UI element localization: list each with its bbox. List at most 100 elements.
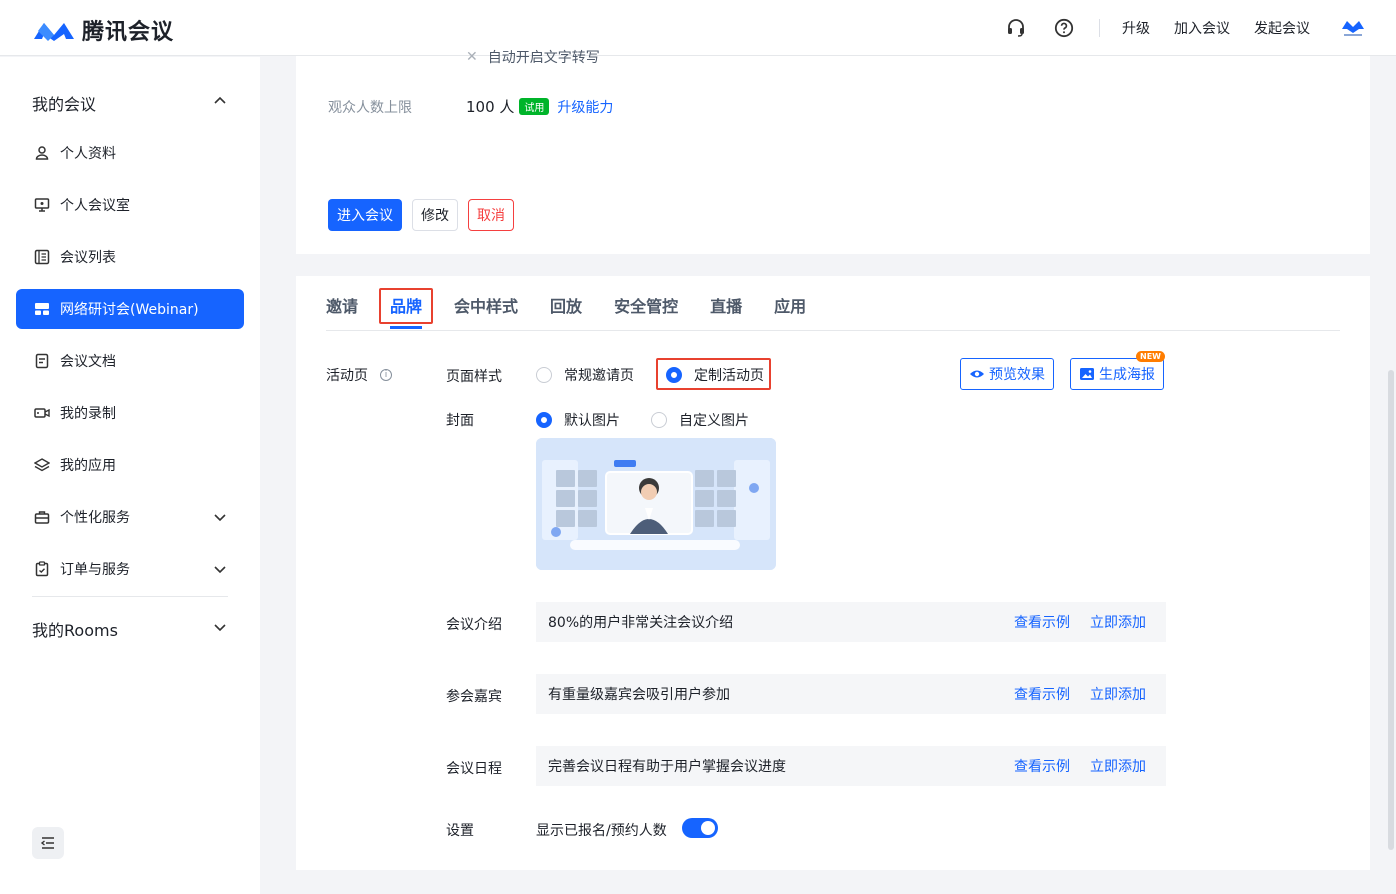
briefcase-icon <box>34 509 50 525</box>
close-icon: ✕ <box>466 49 478 65</box>
chevron-down-icon[interactable] <box>212 509 228 525</box>
sidebar-item-label: 个人资料 <box>60 146 116 162</box>
generate-poster-button[interactable]: 生成海报 NEW <box>1070 351 1165 390</box>
tab-apps[interactable]: 应用 <box>774 296 806 332</box>
avatar-logo-icon[interactable] <box>1340 15 1366 41</box>
info-icon[interactable]: i <box>380 369 392 381</box>
radio-label: 默认图片 <box>564 413 620 429</box>
highlight-box <box>379 288 433 324</box>
page-style-label: 页面样式 <box>446 369 502 385</box>
chevron-up-icon[interactable] <box>212 93 228 109</box>
active-tab-indicator <box>390 326 422 329</box>
tab-security[interactable]: 安全管控 <box>614 296 678 332</box>
tab-meeting-style[interactable]: 会中样式 <box>454 296 518 332</box>
divider <box>1099 19 1100 37</box>
join-meeting-link[interactable]: 加入会议 <box>1174 18 1230 38</box>
sidebar-item-label: 会议列表 <box>60 250 116 266</box>
guests-label: 参会嘉宾 <box>446 689 502 705</box>
add-now-link[interactable]: 立即添加 <box>1090 756 1146 776</box>
upgrade-ability-link[interactable]: 升级能力 <box>557 97 613 117</box>
cover-option-default[interactable]: 默认图片 <box>536 410 620 430</box>
help-icon[interactable] <box>1053 17 1075 39</box>
radio-label: 常规邀请页 <box>564 368 634 384</box>
radio-label: 自定义图片 <box>679 413 749 429</box>
audience-limit-label: 观众人数上限 <box>328 100 412 116</box>
sidebar-item-webinar[interactable]: 网络研讨会(Webinar) <box>16 289 244 329</box>
cancel-button[interactable]: 取消 <box>468 199 514 231</box>
sidebar-item-personalized-service[interactable]: 个性化服务 <box>16 497 244 537</box>
auto-transcription-row: ✕ 自动开启文字转写 <box>466 47 600 67</box>
cover-image <box>536 438 776 570</box>
sidebar-item-apps[interactable]: 我的应用 <box>16 445 244 485</box>
tencent-meeting-logo-icon <box>32 17 76 43</box>
page-scrollbar[interactable] <box>1388 370 1394 850</box>
sidebar-item-label: 会议文档 <box>60 354 116 370</box>
eye-icon <box>969 367 985 381</box>
audience-limit-value: 100 人 <box>466 98 515 116</box>
edit-button[interactable]: 修改 <box>412 199 458 231</box>
agenda-label: 会议日程 <box>446 761 502 777</box>
add-now-link[interactable]: 立即添加 <box>1090 684 1146 704</box>
sidebar-item-recordings[interactable]: 我的录制 <box>16 393 244 433</box>
activity-page-label: 活动页 <box>326 368 368 384</box>
sidebar-item-documents[interactable]: 会议文档 <box>16 341 244 381</box>
audience-limit-value-row: 100 人 试用 升级能力 <box>466 96 613 117</box>
view-example-link[interactable]: 查看示例 <box>1014 612 1070 632</box>
headset-icon[interactable] <box>1005 17 1027 39</box>
preview-button-label: 预览效果 <box>989 367 1045 383</box>
tab-divider <box>326 330 1340 331</box>
sidebar-group-rooms[interactable]: 我的Rooms <box>32 617 118 641</box>
collapse-sidebar-button[interactable] <box>32 827 64 859</box>
settings-card: 邀请 品牌 会中样式 回放 安全管控 直播 应用 活动页 i 页面样式 常规邀请… <box>296 276 1370 870</box>
upgrade-link[interactable]: 升级 <box>1122 18 1150 38</box>
page-style-option-regular[interactable]: 常规邀请页 <box>536 365 634 385</box>
sidebar-item-label: 个人会议室 <box>60 198 130 214</box>
start-meeting-link[interactable]: 发起会议 <box>1254 18 1310 38</box>
new-badge: NEW <box>1136 351 1165 362</box>
intro-label: 会议介绍 <box>446 617 502 633</box>
image-icon <box>1079 367 1095 381</box>
sidebar-item-profile[interactable]: 个人资料 <box>16 133 244 173</box>
view-example-link[interactable]: 查看示例 <box>1014 684 1070 704</box>
sidebar-group-my-meetings[interactable]: 我的会议 <box>32 91 96 115</box>
radio-label: 定制活动页 <box>694 368 764 384</box>
tab-invite[interactable]: 邀请 <box>326 296 358 332</box>
agenda-hint: 完善会议日程有助于用户掌握会议进度 <box>548 759 786 775</box>
preview-button[interactable]: 预览效果 <box>960 358 1054 390</box>
radio-icon <box>651 412 667 428</box>
show-registrants-label: 显示已报名/预约人数 <box>536 823 667 839</box>
generate-poster-label: 生成海报 <box>1099 367 1155 383</box>
sidebar-item-label: 网络研讨会(Webinar) <box>60 302 199 318</box>
layers-icon <box>34 457 50 473</box>
tab-live[interactable]: 直播 <box>710 296 742 332</box>
guests-row: 有重量级嘉宾会吸引用户参加 查看示例 立即添加 <box>536 674 1166 714</box>
trial-badge: 试用 <box>519 98 550 115</box>
sidebar-item-personal-room[interactable]: 个人会议室 <box>16 185 244 225</box>
activity-page-label-row: 活动页 i <box>326 365 392 385</box>
sidebar: 我的会议 个人资料 个人会议室 会议列表 网络研讨会(Webinar) 会议文档… <box>0 57 260 894</box>
auto-transcription-text: 自动开启文字转写 <box>487 50 600 66</box>
clipboard-icon <box>34 561 50 577</box>
view-example-link[interactable]: 查看示例 <box>1014 756 1070 776</box>
sidebar-item-label: 我的应用 <box>60 458 116 474</box>
sidebar-item-label: 订单与服务 <box>60 562 130 578</box>
chevron-down-icon[interactable] <box>212 619 228 635</box>
list-icon <box>34 249 50 265</box>
sidebar-item-orders[interactable]: 订单与服务 <box>16 549 244 589</box>
radio-selected-icon <box>666 367 682 383</box>
add-now-link[interactable]: 立即添加 <box>1090 612 1146 632</box>
video-icon <box>34 405 50 421</box>
meeting-info-card: ✕ 自动开启文字转写 观众人数上限 100 人 试用 升级能力 进入会议 修改 … <box>296 49 1370 254</box>
monitor-icon <box>34 197 50 213</box>
sidebar-item-meeting-list[interactable]: 会议列表 <box>16 237 244 277</box>
sidebar-item-label: 我的录制 <box>60 406 116 422</box>
page-style-option-custom[interactable]: 定制活动页 <box>666 365 764 385</box>
enter-meeting-button[interactable]: 进入会议 <box>328 199 402 231</box>
tab-playback[interactable]: 回放 <box>550 296 582 332</box>
radio-selected-icon <box>536 412 552 428</box>
settings-label: 设置 <box>446 823 474 839</box>
app-logo[interactable]: 腾讯会议 <box>32 14 174 46</box>
show-registrants-toggle[interactable] <box>682 818 718 838</box>
chevron-down-icon[interactable] <box>212 561 228 577</box>
cover-option-custom[interactable]: 自定义图片 <box>651 410 749 430</box>
